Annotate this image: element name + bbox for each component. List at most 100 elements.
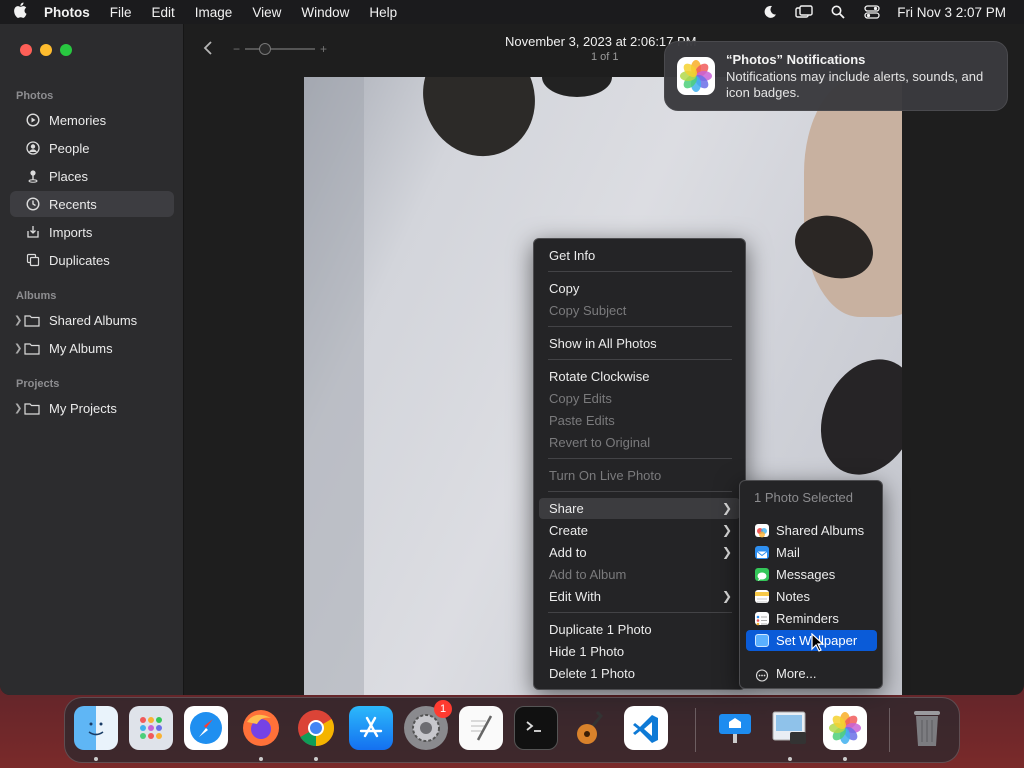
menu-item-edit-with[interactable]: Edit With ❯	[539, 586, 740, 607]
menu-file[interactable]: File	[100, 5, 142, 20]
import-icon	[24, 225, 42, 239]
share-item-reminders[interactable]: Reminders	[746, 608, 877, 629]
launchpad-icon[interactable]	[129, 706, 173, 750]
sidebar-item-imports[interactable]: Imports	[10, 219, 174, 245]
menu-item-revert-to-original: Revert to Original	[549, 435, 651, 450]
zoom-out-icon[interactable]: −	[233, 42, 240, 56]
share-item-more[interactable]: More...	[746, 663, 877, 684]
chevron-right-icon[interactable]: ❯	[14, 343, 24, 354]
share-item-label: Reminders	[776, 611, 839, 626]
photos-app-icon	[677, 57, 715, 95]
menu-item-rotate-clockwise[interactable]: Rotate Clockwise	[539, 366, 740, 387]
screen-mirroring-icon[interactable]	[787, 0, 821, 24]
menu-item-copy-subject: Copy Subject	[549, 303, 627, 318]
menu-item-show-in-all-photos[interactable]: Show in All Photos	[539, 333, 740, 354]
chevron-right-icon: ❯	[721, 545, 732, 559]
chevron-right-icon: ❯	[721, 523, 732, 537]
vscode-icon[interactable]	[624, 706, 668, 750]
system-settings-icon[interactable]: 1	[404, 700, 452, 750]
menu-item-add-to[interactable]: Add to ❯	[539, 542, 740, 563]
menu-edit[interactable]: Edit	[142, 5, 185, 20]
chevron-right-icon[interactable]: ❯	[14, 315, 24, 326]
textedit-icon[interactable]	[459, 706, 503, 750]
chrome-icon[interactable]	[294, 706, 338, 750]
share-item-mail[interactable]: Mail	[746, 542, 877, 563]
firefox-icon[interactable]	[239, 706, 283, 750]
photos-icon[interactable]	[823, 706, 867, 750]
menu-item-label: Edit With	[549, 589, 602, 604]
trash-icon[interactable]	[905, 706, 949, 750]
menu-image[interactable]: Image	[185, 5, 243, 20]
zoom-in-icon[interactable]: +	[320, 42, 327, 56]
photo-dark-shape	[802, 343, 902, 491]
menu-item-turn-on-live-photo: Turn On Live Photo	[549, 468, 662, 483]
menu-item-add-to-album: Add to Album	[549, 567, 627, 582]
shared-albums-icon	[755, 524, 769, 538]
dark-mode-moon-icon[interactable]	[753, 0, 787, 24]
share-item-messages[interactable]: Messages	[746, 564, 877, 585]
safari-icon[interactable]	[184, 706, 228, 750]
more-ellipsis-icon	[755, 667, 769, 682]
folder-icon	[24, 314, 42, 327]
sidebar-item-shared-albums[interactable]: ❯ Shared Albums	[10, 307, 174, 333]
notification-badge: 1	[434, 700, 452, 718]
sidebar-item-places[interactable]: Places	[10, 163, 174, 189]
sidebar-section-photos: Photos	[16, 90, 54, 102]
spotlight-search-icon[interactable]	[821, 0, 855, 24]
running-indicator	[788, 757, 792, 761]
minimize-window-button[interactable]	[40, 44, 52, 56]
menu-item-create[interactable]: Create ❯	[539, 520, 740, 541]
photo-shadow-shape	[304, 77, 364, 695]
context-menu: Get Info Copy Copy Subject Show in All P…	[533, 238, 746, 690]
back-chevron-icon[interactable]	[203, 40, 213, 61]
menu-item-hide[interactable]: Hide 1 Photo	[539, 641, 740, 662]
apple-menu-icon[interactable]	[0, 2, 40, 22]
mail-icon	[755, 546, 769, 559]
sidebar-item-label: Places	[49, 168, 89, 184]
preview-icon[interactable]	[768, 706, 812, 750]
garageband-icon[interactable]	[569, 706, 613, 750]
menu-item-label: Share	[549, 501, 584, 516]
sidebar-item-label: My Projects	[49, 400, 117, 416]
chevron-right-icon: ❯	[721, 501, 732, 515]
mouse-pointer-icon	[811, 632, 825, 658]
app-store-icon[interactable]	[349, 706, 393, 750]
chevron-right-icon[interactable]: ❯	[14, 403, 24, 414]
zoom-slider-track[interactable]	[245, 43, 316, 55]
sidebar-item-label: My Albums	[49, 340, 113, 356]
running-indicator	[94, 757, 98, 761]
sidebar-item-label: People	[49, 140, 90, 156]
share-item-notes[interactable]: Notes	[746, 586, 877, 607]
photo-skin-shape	[804, 77, 902, 317]
terminal-icon[interactable]	[514, 706, 558, 750]
menu-window[interactable]: Window	[291, 5, 359, 20]
fullscreen-window-button[interactable]	[60, 44, 72, 56]
share-item-shared-albums[interactable]: Shared Albums	[746, 520, 877, 541]
sidebar-item-people[interactable]: People	[10, 135, 174, 161]
menu-view[interactable]: View	[242, 5, 291, 20]
menubar-clock[interactable]: Fri Nov 3 2:07 PM	[889, 5, 1024, 20]
finder-icon[interactable]	[74, 706, 118, 750]
menu-item-duplicate[interactable]: Duplicate 1 Photo	[539, 619, 740, 640]
sidebar-item-recents[interactable]: Recents	[10, 191, 174, 217]
keynote-icon[interactable]	[713, 706, 757, 750]
zoom-slider-knob[interactable]	[259, 43, 272, 55]
control-center-icon[interactable]	[855, 0, 889, 24]
sidebar-item-my-projects[interactable]: ❯ My Projects	[10, 395, 174, 421]
sidebar-item-duplicates[interactable]: Duplicates	[10, 247, 174, 273]
sidebar-item-my-albums[interactable]: ❯ My Albums	[10, 335, 174, 361]
zoom-slider[interactable]: − +	[233, 42, 327, 56]
menu-help[interactable]: Help	[359, 5, 407, 20]
menu-item-get-info[interactable]: Get Info	[539, 245, 740, 266]
notification-banner[interactable]: “Photos” Notifications Notifications may…	[664, 41, 1008, 111]
close-window-button[interactable]	[20, 44, 32, 56]
reminders-icon	[755, 612, 769, 626]
menu-item-share[interactable]: Share ❯	[539, 498, 740, 519]
share-item-label: Mail	[776, 545, 800, 560]
menu-item-delete[interactable]: Delete 1 Photo	[539, 663, 740, 684]
menu-app-photos[interactable]: Photos	[40, 5, 100, 20]
menu-item-paste-edits: Paste Edits	[549, 413, 615, 428]
share-item-label: Shared Albums	[776, 523, 865, 538]
menu-item-copy[interactable]: Copy	[539, 278, 740, 299]
sidebar-item-memories[interactable]: Memories	[10, 107, 174, 133]
